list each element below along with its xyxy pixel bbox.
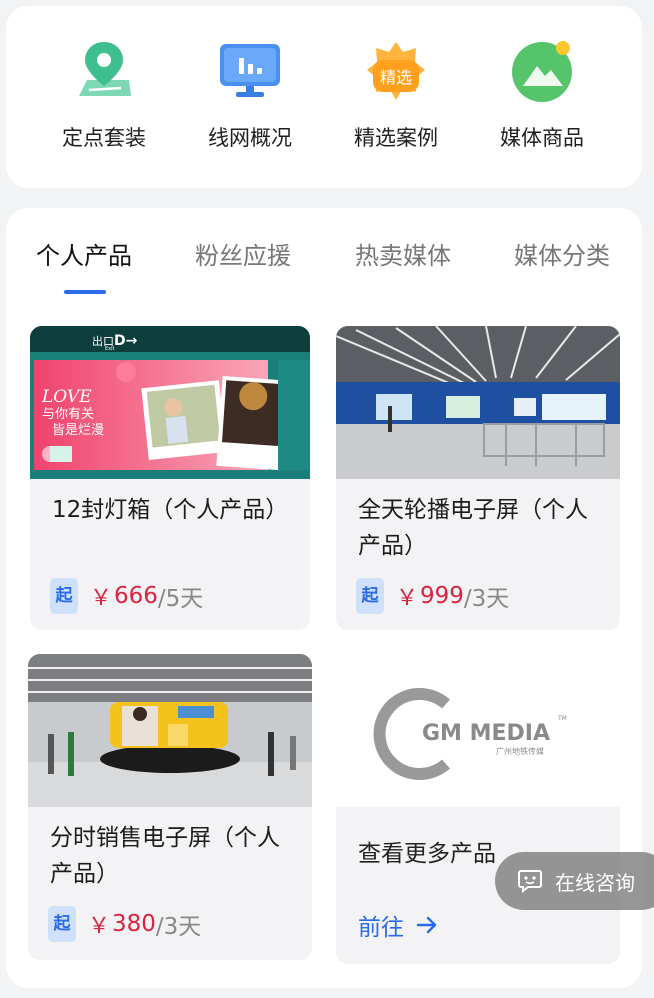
tab-indicator	[64, 290, 106, 294]
star-badge-icon: 精选	[367, 42, 425, 100]
product-image-lightbox: 出口 D→ Exit LOVE 与你有关 皆是烂漫	[30, 326, 310, 479]
product-title: 分时销售电子屏（个人产品）	[50, 825, 280, 887]
arrow-right-icon	[416, 916, 437, 934]
ad-line-2: 皆是烂漫	[52, 423, 104, 438]
product-title: 12封灯箱（个人产品）	[52, 497, 289, 523]
product-card[interactable]: 全天轮播电子屏（个人产品） 起 ￥ 999 /3天	[336, 326, 620, 630]
more-products-title: 查看更多产品	[358, 841, 496, 867]
gm-media-logo: GM MEDIA TM 广州地铁传媒	[336, 654, 620, 807]
product-card[interactable]: 出口 D→ Exit LOVE 与你有关 皆是烂漫 12封灯箱（个人产品） 起 …	[30, 326, 310, 630]
product-title: 全天轮播电子屏（个人产品）	[358, 497, 588, 559]
price-currency: ￥	[88, 914, 111, 939]
price-unit: /5天	[157, 586, 204, 612]
logo-tm: TM	[557, 715, 567, 722]
ad-love-text: LOVE	[41, 387, 92, 407]
consult-label: 在线咨询	[555, 870, 635, 895]
logo-text: GM MEDIA	[422, 721, 550, 746]
more-products-card[interactable]: GM MEDIA TM 广州地铁传媒 查看更多产品 前往	[336, 654, 620, 964]
goto-label: 前往	[358, 915, 404, 941]
tab-personal-products[interactable]: 个人产品	[36, 236, 132, 271]
quick-nav-label: 定点套装	[62, 126, 146, 150]
product-price: 起 ￥ 380 /3天	[48, 906, 201, 942]
quick-nav: 定点套装 线网概况 精选 精选案例 媒体商品	[6, 6, 642, 188]
price-amount: 999	[420, 583, 464, 609]
ad-line-1: 与你有关	[42, 407, 94, 422]
price-currency: ￥	[90, 586, 113, 611]
price-currency: ￥	[396, 586, 419, 611]
product-price: 起 ￥ 999 /3天	[356, 578, 509, 614]
price-unit: /3天	[463, 586, 510, 612]
monitor-chart-icon	[220, 44, 280, 97]
price-start-badge: 起	[48, 906, 76, 942]
price-amount: 666	[114, 583, 158, 609]
price-start-badge: 起	[356, 578, 384, 614]
price-unit: /3天	[155, 914, 202, 940]
online-consult-button[interactable]: 在线咨询	[495, 852, 654, 910]
product-price: 起 ￥ 666 /5天	[50, 578, 203, 614]
product-image-round-screen	[28, 654, 312, 807]
quick-nav-cases[interactable]: 精选 精选案例	[336, 38, 456, 168]
exit-sign-sub: Exit	[105, 346, 115, 352]
price-amount: 380	[112, 911, 156, 937]
quick-nav-fixed-package[interactable]: 定点套装	[44, 38, 164, 168]
tab-fan-support[interactable]: 粉丝应援	[195, 236, 291, 271]
quick-nav-media-goods[interactable]: 媒体商品	[482, 38, 602, 168]
chat-bubble-icon	[518, 870, 542, 893]
map-pin-icon	[79, 42, 131, 96]
product-card[interactable]: 分时销售电子屏（个人产品） 起 ￥ 380 /3天	[28, 654, 312, 960]
quick-nav-label: 精选案例	[354, 126, 438, 150]
svg-text:D→: D→	[114, 333, 138, 349]
product-image-screens	[336, 326, 620, 479]
quick-nav-network[interactable]: 线网概况	[190, 38, 310, 168]
logo-sub: 广州地铁传媒	[496, 746, 544, 756]
tab-hot-media[interactable]: 热卖媒体	[355, 236, 451, 271]
star-badge-text: 精选	[380, 68, 412, 87]
goto-link[interactable]: 前往	[358, 908, 438, 942]
quick-nav-label: 媒体商品	[500, 126, 584, 150]
price-start-badge: 起	[50, 578, 78, 614]
quick-nav-label: 线网概况	[208, 126, 292, 150]
landscape-icon	[512, 41, 572, 102]
tab-media-category[interactable]: 媒体分类	[514, 236, 610, 271]
